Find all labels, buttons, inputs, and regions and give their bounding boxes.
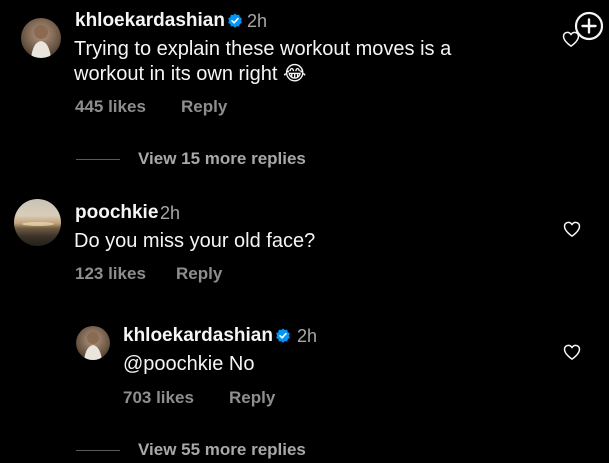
timestamp: 2h xyxy=(247,11,268,31)
view-more-replies-label: View 15 more replies xyxy=(138,149,306,168)
reply-button[interactable]: Reply xyxy=(176,264,222,284)
avatar-photo xyxy=(84,332,102,360)
divider-line xyxy=(76,158,120,160)
avatar-photo xyxy=(22,222,54,226)
likes-count[interactable]: 703 likes xyxy=(123,388,194,408)
username[interactable]: khloekardashian xyxy=(123,325,273,347)
comment-text: workout in its own right xyxy=(74,63,278,85)
likes-count[interactable]: 123 likes xyxy=(75,264,146,284)
verified-badge-icon xyxy=(276,328,290,343)
verified-badge-icon xyxy=(228,13,242,28)
avatar[interactable] xyxy=(21,18,61,58)
username[interactable]: khloekardashian xyxy=(75,10,225,32)
heart-outline-icon[interactable] xyxy=(562,219,582,239)
comment-text: Do you miss your old face? xyxy=(74,230,316,252)
avatar-photo xyxy=(31,25,51,58)
username[interactable]: poochkie xyxy=(75,202,158,224)
view-more-replies-label: View 55 more replies xyxy=(138,440,306,459)
laughing-emoji-icon: 😂 xyxy=(282,63,307,85)
comment-text-line: workout in its own right 😂 xyxy=(74,61,306,88)
avatar[interactable] xyxy=(14,199,61,246)
comment-text: @poochkie No xyxy=(123,353,255,375)
timestamp: 2h xyxy=(160,203,181,223)
divider-line xyxy=(76,449,120,451)
view-more-replies-button[interactable]: View 15 more replies xyxy=(76,149,306,169)
view-more-replies-button[interactable]: View 55 more replies xyxy=(76,440,306,460)
likes-count[interactable]: 445 likes xyxy=(75,97,146,117)
heart-outline-icon[interactable] xyxy=(562,342,582,362)
avatar[interactable] xyxy=(76,326,110,360)
plus-circle-icon[interactable] xyxy=(573,10,605,42)
comment-text-line: Trying to explain these workout moves is… xyxy=(74,38,452,60)
timestamp: 2h xyxy=(297,326,318,346)
reply-button[interactable]: Reply xyxy=(229,388,275,408)
reply-button[interactable]: Reply xyxy=(181,97,227,117)
